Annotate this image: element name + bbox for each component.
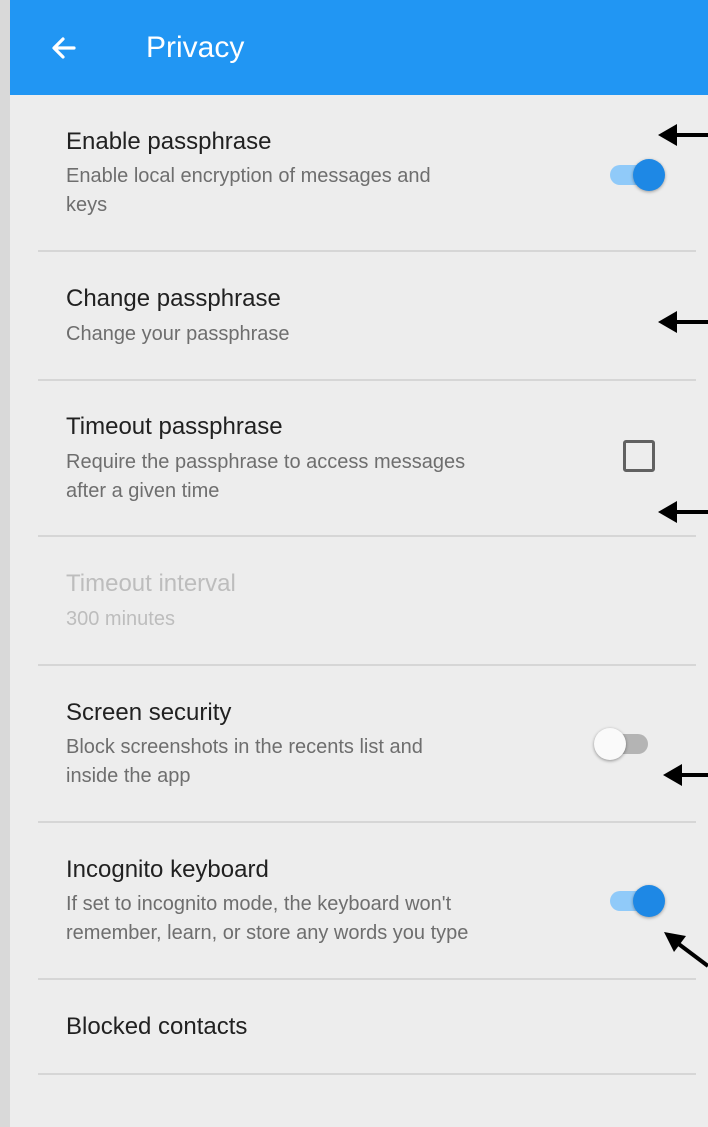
setting-incognito-keyboard[interactable]: Incognito keyboard If set to incognito m… — [38, 823, 696, 978]
app-bar: Privacy — [10, 0, 708, 95]
setting-title: Blocked contacts — [66, 1013, 248, 1040]
setting-timeout-interval: Timeout interval 300 minutes — [38, 537, 696, 664]
enable-passphrase-toggle[interactable] — [608, 156, 668, 192]
annotation-arrow-icon — [664, 932, 708, 968]
setting-screen-security[interactable]: Screen security Block screenshots in the… — [38, 666, 696, 821]
setting-title: Change passphrase — [66, 285, 281, 312]
setting-summary: 300 minutes — [66, 608, 175, 630]
setting-title: Incognito keyboard — [66, 856, 269, 883]
setting-blocked-contacts[interactable]: Blocked contacts — [38, 980, 696, 1073]
setting-title: Timeout passphrase — [66, 413, 283, 440]
setting-summary: Require the passphrase to access message… — [66, 451, 466, 502]
left-edge-rail — [0, 0, 10, 1127]
setting-change-passphrase[interactable]: Change passphrase Change your passphrase — [38, 252, 696, 379]
setting-title: Screen security — [66, 699, 232, 726]
annotation-arrow-icon — [663, 764, 708, 786]
setting-title: Timeout interval — [66, 570, 236, 597]
arrow-back-icon — [52, 37, 76, 59]
back-button[interactable] — [44, 28, 84, 68]
incognito-keyboard-toggle[interactable] — [608, 882, 668, 918]
annotation-arrow-icon — [658, 311, 708, 333]
timeout-passphrase-checkbox[interactable] — [623, 440, 655, 472]
settings-list: Enable passphrase Enable local encryptio… — [10, 95, 708, 1127]
setting-summary: Change your passphrase — [66, 323, 290, 345]
setting-summary: Block screenshots in the recents list an… — [66, 736, 423, 787]
divider — [38, 1073, 696, 1075]
setting-timeout-passphrase[interactable]: Timeout passphrase Require the passphras… — [38, 381, 696, 535]
annotation-arrow-icon — [658, 501, 708, 523]
page-title: Privacy — [146, 31, 245, 64]
setting-enable-passphrase[interactable]: Enable passphrase Enable local encryptio… — [38, 115, 696, 250]
screen-security-toggle[interactable] — [594, 725, 654, 761]
setting-summary: Enable local encryption of messages and … — [66, 165, 431, 216]
annotation-arrow-icon — [658, 124, 708, 146]
setting-title: Enable passphrase — [66, 128, 272, 155]
setting-summary: If set to incognito mode, the keyboard w… — [66, 893, 469, 944]
